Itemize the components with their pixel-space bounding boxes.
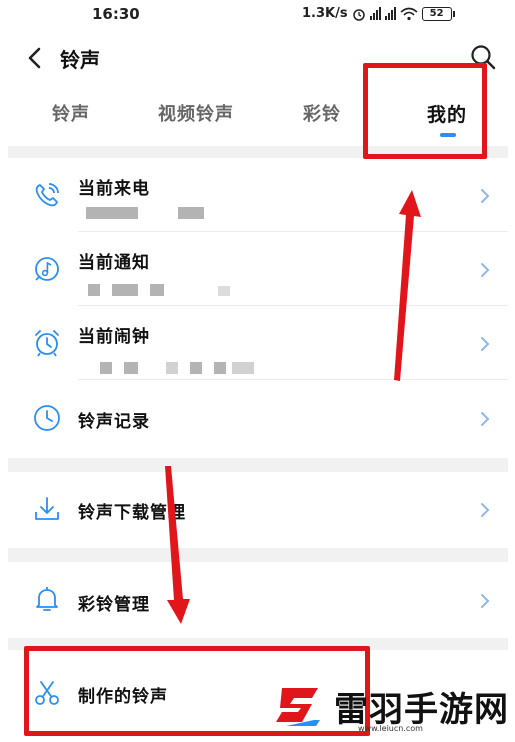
- blurred-value: [166, 362, 178, 374]
- section-divider: [8, 548, 508, 562]
- row-separator: [78, 305, 508, 306]
- chevron-right-icon: [481, 189, 490, 203]
- blurred-value: [88, 284, 100, 296]
- chevron-right-icon: [481, 412, 490, 426]
- status-time: 16:30: [92, 5, 140, 23]
- list-item-download-manager[interactable]: 铃声下载管理: [0, 474, 515, 544]
- chevron-right-icon: [481, 263, 490, 277]
- watermark-logo: [276, 688, 320, 726]
- list-item-current-call[interactable]: 当前来电: [0, 160, 515, 232]
- watermark: 雷羽手游网 www.leiucn.com: [268, 680, 513, 740]
- blurred-value: [150, 284, 164, 296]
- network-speed: 1.3K/s: [302, 6, 348, 21]
- list-item-title: 铃声下载管理: [78, 503, 186, 523]
- status-bar: 16:30 1.3K/s 52: [0, 0, 515, 32]
- watermark-url: www.leiucn.com: [358, 724, 423, 733]
- row-separator: [78, 379, 508, 380]
- signal-icon: [369, 7, 381, 20]
- tab-ringtone[interactable]: 铃声: [52, 100, 90, 126]
- clock-icon: [34, 405, 60, 431]
- list-item-current-alarm[interactable]: 当前闹钟: [0, 308, 515, 380]
- bell-icon: [36, 587, 58, 611]
- row-separator: [78, 231, 508, 232]
- list-item-title: 当前闹钟: [78, 327, 150, 347]
- alarm-status-icon: [352, 8, 365, 21]
- chevron-right-icon: [481, 337, 490, 351]
- blurred-value: [214, 362, 226, 374]
- list-item-current-notification[interactable]: 当前通知: [0, 234, 515, 306]
- list-item-ringtone-history[interactable]: 铃声记录: [0, 382, 515, 454]
- wifi-icon: [400, 7, 418, 20]
- blurred-value: [86, 207, 138, 219]
- signal-icon-2: [384, 7, 396, 20]
- music-note-icon: [35, 257, 59, 281]
- status-icons: 1.3K/s 52: [302, 6, 455, 21]
- page-title: 铃声: [60, 48, 100, 72]
- chevron-right-icon: [481, 503, 490, 517]
- section-divider: [8, 458, 508, 472]
- back-arrow-icon[interactable]: [22, 44, 48, 72]
- blurred-value: [190, 362, 202, 374]
- list-item-title: 铃声记录: [78, 412, 150, 432]
- blurred-value: [178, 207, 204, 219]
- tab-video-ringtone[interactable]: 视频铃声: [158, 100, 234, 126]
- blurred-value: [232, 362, 254, 374]
- phone-ring-icon: [35, 183, 59, 207]
- list-item-title: 当前来电: [78, 179, 150, 199]
- battery-indicator: 52: [421, 6, 455, 21]
- tab-color-ring[interactable]: 彩铃: [303, 100, 341, 126]
- download-icon: [35, 497, 59, 520]
- blurred-value: [124, 362, 138, 374]
- list-item-title: 当前通知: [78, 253, 150, 273]
- blurred-value: [218, 286, 230, 296]
- highlight-box-mine-tab: [363, 63, 487, 159]
- chevron-right-icon: [481, 594, 490, 608]
- blurred-value: [100, 362, 112, 374]
- list-item-color-ring-manager[interactable]: 彩铃管理: [0, 564, 515, 636]
- blurred-value: [112, 284, 138, 296]
- list-item-title: 彩铃管理: [78, 595, 150, 615]
- alarm-clock-icon: [35, 330, 59, 357]
